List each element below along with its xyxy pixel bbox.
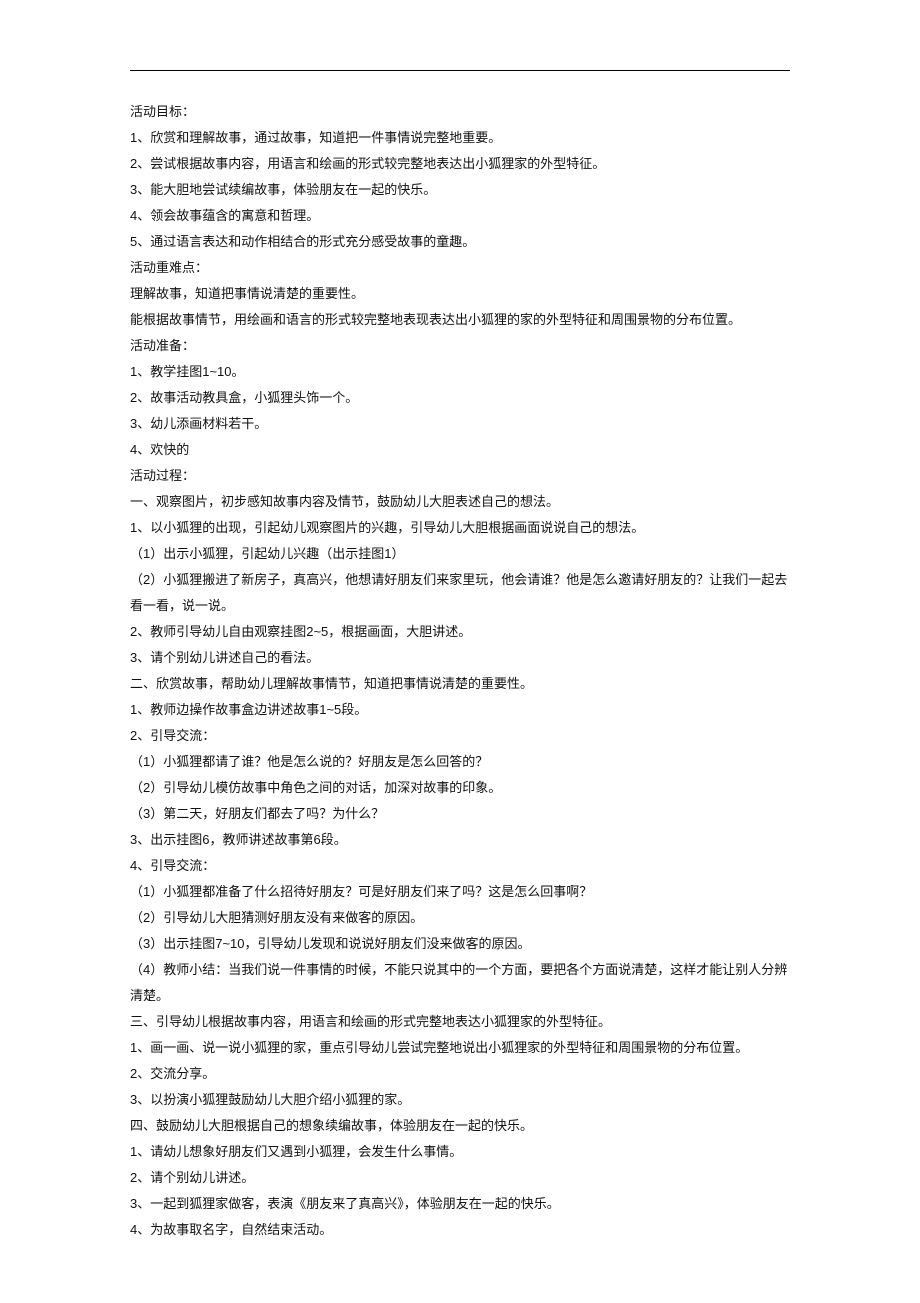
text-line: 2、教师引导幼儿自由观察挂图2~5，根据画面，大胆讲述。 — [130, 619, 790, 645]
horizontal-rule — [130, 70, 790, 71]
text-line: 3、请个别幼儿讲述自己的看法。 — [130, 645, 790, 671]
text-line: 2、请个别幼儿讲述。 — [130, 1165, 790, 1191]
text-line: 1、请幼儿想象好朋友们又遇到小狐狸，会发生什么事情。 — [130, 1139, 790, 1165]
text-line: 3、以扮演小狐狸鼓励幼儿大胆介绍小狐狸的家。 — [130, 1087, 790, 1113]
text-line: 1、欣赏和理解故事，通过故事，知道把一件事情说完整地重要。 — [130, 125, 790, 151]
text-line: 4、为故事取名字，自然结束活动。 — [130, 1217, 790, 1243]
text-line: 1、以小狐狸的出现，引起幼儿观察图片的兴趣，引导幼儿大胆根据画面说说自己的想法。 — [130, 515, 790, 541]
text-line: 一、观察图片，初步感知故事内容及情节，鼓励幼儿大胆表述自己的想法。 — [130, 489, 790, 515]
text-line: 活动重难点： — [130, 255, 790, 281]
text-line: 3、出示挂图6，教师讲述故事第6段。 — [130, 827, 790, 853]
text-line: 4、引导交流： — [130, 853, 790, 879]
document-body: 活动目标：1、欣赏和理解故事，通过故事，知道把一件事情说完整地重要。2、尝试根据… — [130, 99, 790, 1243]
text-line: 1、教学挂图1~10。 — [130, 359, 790, 385]
text-line: 四、鼓励幼儿大胆根据自己的想象续编故事，体验朋友在一起的快乐。 — [130, 1113, 790, 1139]
text-line: 活动准备： — [130, 333, 790, 359]
text-line: 5、通过语言表达和动作相结合的形式充分感受故事的童趣。 — [130, 229, 790, 255]
text-line: （4）教师小结：当我们说一件事情的时候，不能只说其中的一个方面，要把各个方面说清… — [130, 957, 790, 1009]
text-line: 二、欣赏故事，帮助幼儿理解故事情节，知道把事情说清楚的重要性。 — [130, 671, 790, 697]
text-line: （2）引导幼儿模仿故事中角色之间的对话，加深对故事的印象。 — [130, 775, 790, 801]
document-page: 活动目标：1、欣赏和理解故事，通过故事，知道把一件事情说完整地重要。2、尝试根据… — [0, 0, 920, 1303]
text-line: 活动目标： — [130, 99, 790, 125]
text-line: （2）小狐狸搬进了新房子，真高兴，他想请好朋友们来家里玩，他会请谁？他是怎么邀请… — [130, 567, 790, 619]
text-line: 3、幼儿添画材料若干。 — [130, 411, 790, 437]
text-line: 1、教师边操作故事盒边讲述故事1~5段。 — [130, 697, 790, 723]
text-line: （3）出示挂图7~10，引导幼儿发现和说说好朋友们没来做客的原因。 — [130, 931, 790, 957]
text-line: 4、欢快的 — [130, 437, 790, 463]
text-line: 2、交流分享。 — [130, 1061, 790, 1087]
text-line: （3）第二天，好朋友们都去了吗？为什么？ — [130, 801, 790, 827]
text-line: 2、引导交流： — [130, 723, 790, 749]
text-line: 3、一起到狐狸家做客，表演《朋友来了真高兴》，体验朋友在一起的快乐。 — [130, 1191, 790, 1217]
text-line: 2、故事活动教具盒，小狐狸头饰一个。 — [130, 385, 790, 411]
text-line: 理解故事，知道把事情说清楚的重要性。 — [130, 281, 790, 307]
text-line: （2）引导幼儿大胆猜测好朋友没有来做客的原因。 — [130, 905, 790, 931]
text-line: （1）出示小狐狸，引起幼儿兴趣（出示挂图1） — [130, 541, 790, 567]
text-line: 能根据故事情节，用绘画和语言的形式较完整地表现表达出小狐狸的家的外型特征和周围景… — [130, 307, 790, 333]
text-line: 1、画一画、说一说小狐狸的家，重点引导幼儿尝试完整地说出小狐狸家的外型特征和周围… — [130, 1035, 790, 1061]
text-line: 4、领会故事蕴含的寓意和哲理。 — [130, 203, 790, 229]
text-line: （1）小狐狸都请了谁？他是怎么说的？好朋友是怎么回答的？ — [130, 749, 790, 775]
text-line: 三、引导幼儿根据故事内容，用语言和绘画的形式完整地表达小狐狸家的外型特征。 — [130, 1009, 790, 1035]
text-line: 3、能大胆地尝试续编故事，体验朋友在一起的快乐。 — [130, 177, 790, 203]
text-line: 2、尝试根据故事内容，用语言和绘画的形式较完整地表达出小狐狸家的外型特征。 — [130, 151, 790, 177]
text-line: （1）小狐狸都准备了什么招待好朋友？可是好朋友们来了吗？这是怎么回事啊？ — [130, 879, 790, 905]
text-line: 活动过程： — [130, 463, 790, 489]
